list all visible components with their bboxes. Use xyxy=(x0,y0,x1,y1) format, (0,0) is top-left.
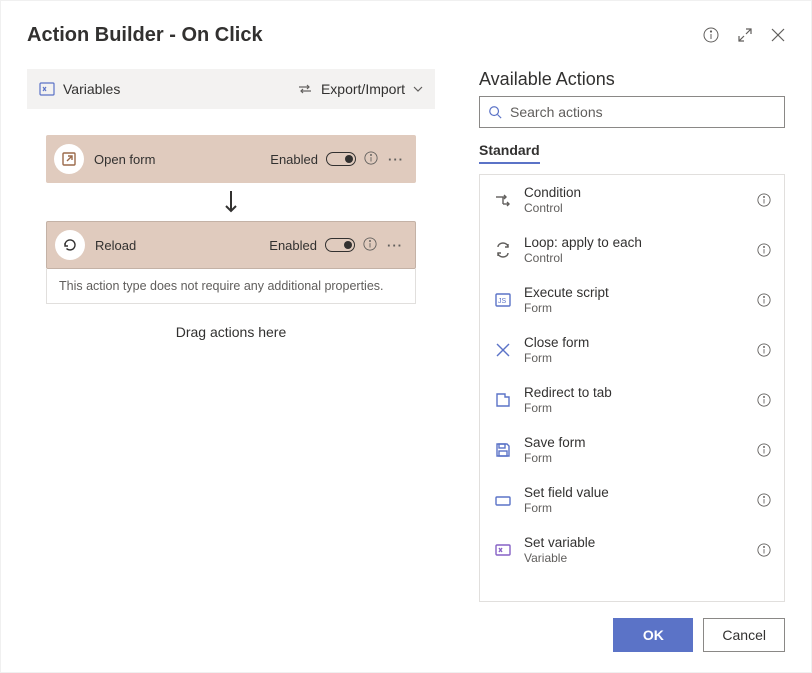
flow-arrow-icon xyxy=(223,189,239,215)
action-row[interactable]: Loop: apply to eachControl xyxy=(480,225,784,275)
action-builder-modal: Action Builder - On Click xyxy=(0,0,812,673)
info-icon[interactable] xyxy=(363,237,377,254)
close-icon xyxy=(494,341,512,359)
variable-icon xyxy=(494,541,512,559)
reload-icon xyxy=(55,230,85,260)
modal-footer: OK Cancel xyxy=(27,602,785,652)
loop-icon xyxy=(494,241,512,259)
action-name: Close form xyxy=(524,335,744,351)
action-name: Loop: apply to each xyxy=(524,235,744,251)
more-icon[interactable]: ··· xyxy=(385,238,405,253)
tab-icon xyxy=(494,391,512,409)
header-controls xyxy=(703,27,785,43)
action-name: Save form xyxy=(524,435,744,451)
action-row[interactable]: Save formForm xyxy=(480,425,784,475)
available-actions-pane: Available Actions Standard ConditionCont… xyxy=(479,69,785,602)
modal-header: Action Builder - On Click xyxy=(27,1,785,69)
cancel-button[interactable]: Cancel xyxy=(703,618,785,652)
export-import-label: Export/Import xyxy=(321,81,405,97)
flow-area[interactable]: Open form Enabled ··· xyxy=(27,109,435,340)
search-box[interactable] xyxy=(479,96,785,128)
action-category: Form xyxy=(524,501,744,515)
enabled-toggle[interactable] xyxy=(326,152,356,166)
close-icon[interactable] xyxy=(771,28,785,42)
svg-text:JS: JS xyxy=(498,298,507,305)
flow-item-detail: This action type does not require any ad… xyxy=(46,269,416,304)
variables-button[interactable]: Variables xyxy=(39,81,120,97)
builder-toolbar: Variables Export/Import xyxy=(27,69,435,109)
action-row[interactable]: JS Execute scriptForm xyxy=(480,275,784,325)
info-icon[interactable] xyxy=(756,442,772,458)
condition-icon xyxy=(494,191,512,209)
variables-label: Variables xyxy=(63,81,120,97)
script-icon: JS xyxy=(494,291,512,309)
ok-button[interactable]: OK xyxy=(613,618,693,652)
info-icon[interactable] xyxy=(756,342,772,358)
flow-item-status: Enabled xyxy=(269,238,317,253)
action-name: Redirect to tab xyxy=(524,385,744,401)
save-icon xyxy=(494,441,512,459)
more-icon[interactable]: ··· xyxy=(386,152,406,167)
action-category: Control xyxy=(524,251,744,265)
field-icon xyxy=(494,491,512,509)
actions-list[interactable]: ConditionControlLoop: apply to eachContr… xyxy=(480,175,784,601)
action-category: Variable xyxy=(524,551,744,565)
action-name: Set variable xyxy=(524,535,744,551)
action-name: Set field value xyxy=(524,485,744,501)
action-category: Form xyxy=(524,451,744,465)
flow-item-reload[interactable]: Reload Enabled ··· xyxy=(46,221,416,269)
search-input[interactable] xyxy=(508,103,776,121)
action-category: Form xyxy=(524,301,744,315)
info-icon[interactable] xyxy=(756,492,772,508)
enabled-toggle[interactable] xyxy=(325,238,355,252)
info-icon[interactable] xyxy=(756,192,772,208)
actions-list-container: ConditionControlLoop: apply to eachContr… xyxy=(479,174,785,602)
action-name: Condition xyxy=(524,185,744,201)
tab-standard[interactable]: Standard xyxy=(479,142,540,164)
flow-item-open-form[interactable]: Open form Enabled ··· xyxy=(46,135,416,183)
info-icon[interactable] xyxy=(756,242,772,258)
action-row[interactable]: Set variableVariable xyxy=(480,525,784,575)
action-row[interactable]: ConditionControl xyxy=(480,175,784,225)
flow-item-title: Open form xyxy=(94,152,260,167)
search-icon xyxy=(488,105,502,119)
info-icon[interactable] xyxy=(703,27,719,43)
action-name: Execute script xyxy=(524,285,744,301)
modal-title: Action Builder - On Click xyxy=(27,24,263,47)
chevron-down-icon xyxy=(413,86,423,92)
flow-item-title: Reload xyxy=(95,238,259,253)
export-import-button[interactable]: Export/Import xyxy=(297,81,423,97)
action-category: Form xyxy=(524,351,744,365)
expand-icon[interactable] xyxy=(737,27,753,43)
info-icon[interactable] xyxy=(756,542,772,558)
available-actions-title: Available Actions xyxy=(479,69,785,90)
action-row[interactable]: Close formForm xyxy=(480,325,784,375)
action-row[interactable]: Redirect to tabForm xyxy=(480,375,784,425)
flow-item-status: Enabled xyxy=(270,152,318,167)
drop-hint: Drag actions here xyxy=(176,324,287,340)
info-icon[interactable] xyxy=(756,292,772,308)
action-category: Form xyxy=(524,401,744,415)
builder-canvas-pane: Variables Export/Import xyxy=(27,69,435,602)
open-form-icon xyxy=(54,144,84,174)
info-icon[interactable] xyxy=(756,392,772,408)
action-row[interactable]: Set field valueForm xyxy=(480,475,784,525)
info-icon[interactable] xyxy=(364,151,378,168)
action-category: Control xyxy=(524,201,744,215)
